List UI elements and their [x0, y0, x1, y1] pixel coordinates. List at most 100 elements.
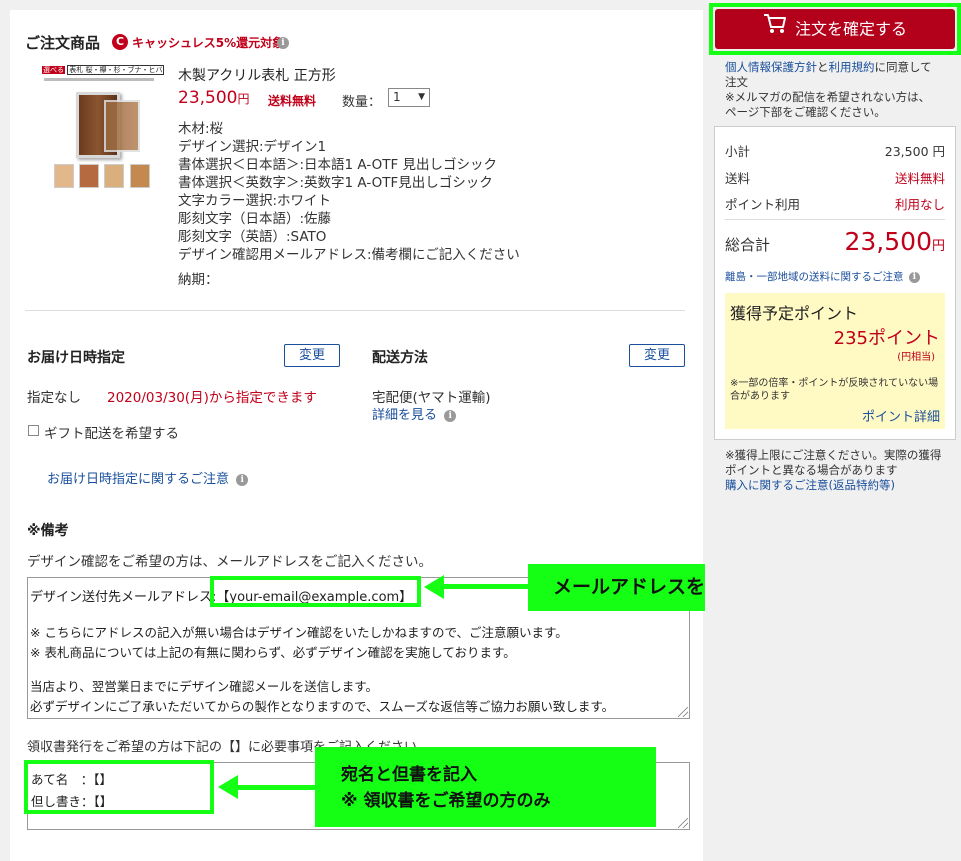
email-callout-arrow-line — [442, 584, 532, 589]
points-value: 235ポイント — [833, 328, 940, 349]
delivery-date-change-button[interactable]: 変更 — [284, 344, 340, 367]
mailmag-note-2: ページ下部をご確認ください。 — [725, 105, 886, 119]
shipping-method-value: 宅配便(ヤマト運輸) — [372, 390, 491, 406]
quantity-value: 1 — [393, 90, 401, 104]
island-shipping-link[interactable]: 離島・一部地域の送料に関するご注意 i — [725, 269, 920, 284]
agreement-and: と — [817, 60, 829, 74]
limit-note-2: ポイントと異なる場合があります — [725, 463, 898, 477]
thumbnail-banner: 選べる 表札 桜・欅・杉・ブナ・ヒバ — [42, 64, 165, 76]
product-thumbnail[interactable]: 選べる 表札 桜・欅・杉・ブナ・ヒバ — [42, 64, 165, 194]
product-price: 23,500円 — [178, 88, 250, 108]
email-prefix: デザイン送付先メールアドレス: — [30, 590, 217, 605]
gift-checkbox[interactable] — [28, 425, 39, 436]
confirm-order-button[interactable]: 注文を確定する — [715, 9, 955, 49]
agreement-suffix: に同意して — [874, 60, 932, 74]
points-note-2: 合があります — [730, 391, 790, 402]
agreement-line-2: 注文 — [725, 75, 748, 89]
shipping-label: 送料 — [725, 171, 751, 186]
points-use-label: ポイント利用 — [725, 197, 801, 212]
remarks-title: ※備考 — [27, 523, 69, 539]
delivery-period-label: 納期： — [178, 272, 219, 288]
wood-sample-4 — [130, 164, 150, 188]
receipt-callout-arrow-line — [236, 785, 318, 790]
option-engrave-ja: 彫刻文字（日本語）:佐藤 — [178, 211, 332, 227]
remarks-line-2: ※ こちらにアドレスの記入が無い場合はデザイン確認をいたしかねますので、ご注意願… — [30, 625, 568, 640]
product-name: 木製アクリル表札 正方形 — [178, 68, 336, 84]
confirm-order-label[interactable]: 注文を確定する — [795, 20, 907, 39]
privacy-link[interactable]: 個人情報保護方針 — [725, 60, 817, 74]
delivery-date-available: 2020/03/30(月)から指定できます — [107, 390, 317, 406]
summary-divider — [725, 219, 945, 220]
order-main-panel: ご注文商品 C キャッシュレス5%還元対象 i 選べる 表札 桜・欅・杉・ブナ・… — [10, 10, 810, 861]
receipt-callout-line-2: ※ 領収書をご希望の方のみ — [341, 791, 551, 811]
total-value: 23,500 — [844, 227, 932, 256]
price-unit: 円 — [237, 92, 250, 106]
quantity-select[interactable]: 1 ▼ — [388, 88, 430, 107]
subtotal-value: 23,500 円 — [884, 144, 945, 159]
thumbnail-banner-label: 選べる — [42, 66, 65, 74]
limit-note-1: ※獲得上限にご注意ください。実際の獲得 — [725, 448, 942, 462]
cart-icon — [763, 10, 787, 50]
shipping-detail-link[interactable]: 詳細を見る i — [372, 404, 457, 423]
email-callout-arrow — [424, 575, 444, 599]
delivery-date-title: お届け日時指定 — [27, 350, 125, 366]
subtotal-label: 小計 — [725, 144, 751, 159]
wood-sample-3 — [104, 164, 124, 188]
quantity-label: 数量： — [342, 95, 382, 110]
remarks-line-4: 当店より、翌営業日までにデザイン確認メールを送信します。 — [30, 679, 379, 694]
section-divider — [25, 310, 685, 311]
cashless-icon: C — [112, 34, 128, 50]
agreement-text: 個人情報保護方針と利用規約に同意して 注文 ※メルマガの配信を希望されない方は、… — [725, 60, 932, 120]
option-wood: 木材:桜 — [178, 121, 224, 137]
info-icon: i — [236, 473, 249, 486]
delivery-notice-link[interactable]: お届け日時指定に関するご注意 i — [47, 468, 249, 487]
wood-sample-2 — [79, 164, 99, 188]
free-shipping-label: 送料無料 — [268, 94, 317, 108]
option-text-color: 文字カラー選択:ホワイト — [178, 193, 332, 209]
sign-board-bg — [104, 100, 140, 152]
points-detail-link[interactable]: ポイント詳細 — [862, 406, 940, 425]
receipt-highlight-box — [24, 760, 214, 814]
cashless-label: キャッシュレス5%還元対象 — [132, 36, 285, 50]
thumbnail-banner-text: 表札 桜・欅・杉・ブナ・ヒバ — [67, 65, 165, 75]
purchase-notice-link[interactable]: 購入に関するご注意(返品特約等) — [725, 478, 941, 493]
resize-handle[interactable] — [678, 707, 688, 717]
receipt-callout-arrow — [218, 775, 238, 799]
delivery-notice-link-text[interactable]: お届け日時指定に関するご注意 — [47, 472, 229, 487]
option-font-en: 書体選択＜英数字＞:英数字1 A-OTF見出しゴシック — [178, 175, 493, 191]
option-design: デザイン選択:デザイン1 — [178, 139, 327, 155]
total-price: 23,500円 — [845, 227, 946, 256]
shipping-value: 送料無料 — [894, 171, 945, 186]
wood-sample-1 — [54, 164, 74, 188]
shipping-detail-link-text[interactable]: 詳細を見る — [372, 408, 437, 423]
limit-notice: ※獲得上限にご注意ください。実際の獲得 ポイントと異なる場合があります 購入に関… — [725, 448, 941, 493]
email-highlight-box — [210, 576, 421, 607]
price-value: 23,500 — [178, 88, 238, 108]
info-icon: i — [444, 409, 457, 422]
option-design-email: デザイン確認用メールアドレス:備考欄にご記入ください — [178, 247, 520, 263]
chevron-down-icon: ▼ — [418, 92, 425, 102]
agreement-line-1: 個人情報保護方針と利用規約に同意して — [725, 60, 932, 75]
gift-label[interactable]: ギフト配送を希望する — [44, 422, 179, 442]
receipt-callout-line-1: 宛名と但書を記入 — [341, 765, 477, 785]
delivery-date-value: 指定なし — [27, 390, 81, 406]
remarks-line-3: ※ 表札商品については上記の有無に関わらず、必ずデザイン確認を実施しております。 — [30, 645, 516, 660]
total-label: 総合計 — [725, 236, 771, 254]
terms-link[interactable]: 利用規約 — [829, 60, 875, 74]
thumbnail-subtext-line — [44, 78, 154, 81]
option-engrave-en: 彫刻文字（英語）:SATO — [178, 229, 327, 245]
total-unit: 円 — [931, 239, 945, 254]
summary-box: 小計 23,500 円 送料 送料無料 ポイント利用 利用なし 総合計 23,5… — [714, 126, 956, 440]
remarks-line-5: 必ずデザインにご了承いただいてからの製作となりますので、スムーズな返信等ご協力お… — [30, 699, 615, 714]
order-items-title: ご注文商品 — [25, 34, 101, 52]
points-title: 獲得予定ポイント — [730, 304, 859, 323]
points-use-value: 利用なし — [894, 197, 945, 212]
resize-handle[interactable] — [678, 818, 688, 828]
info-icon: i — [908, 271, 920, 283]
island-shipping-link-text[interactable]: 離島・一部地域の送料に関するご注意 — [725, 271, 904, 283]
shipping-method-title: 配送方法 — [372, 350, 428, 366]
receipt-callout: 宛名と但書を記入 ※ 領収書をご希望の方のみ — [315, 747, 656, 827]
product-options: 木材:桜 デザイン選択:デザイン1 書体選択＜日本語＞:日本語1 A-OTF 見… — [178, 120, 520, 264]
shipping-method-change-button[interactable]: 変更 — [629, 344, 685, 367]
cashless-info-icon[interactable]: i — [277, 37, 289, 49]
